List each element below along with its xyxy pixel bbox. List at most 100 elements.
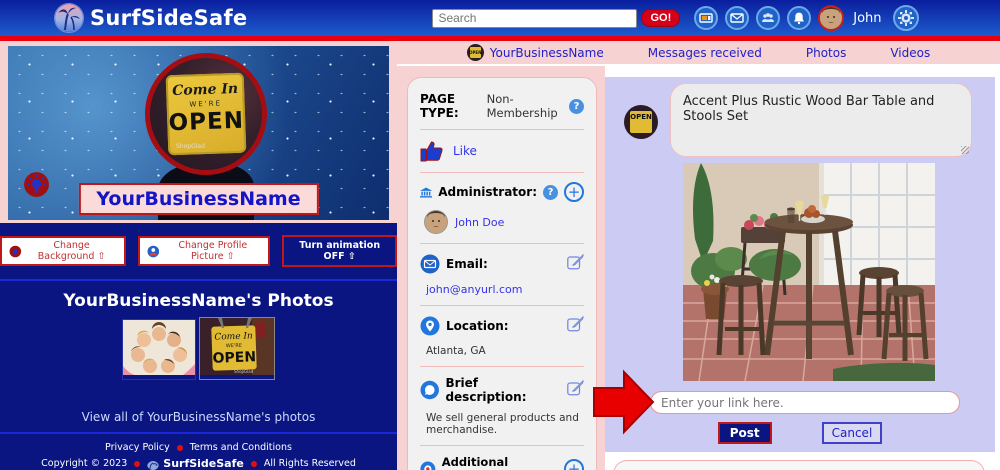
resize-grip[interactable]: [961, 146, 969, 154]
divider: [420, 129, 584, 130]
help-icon[interactable]: [543, 184, 558, 200]
dot-separator: [250, 460, 257, 467]
john-doe-avatar: [424, 210, 448, 234]
profile-panel: Come In WE'RE OPEN ShopGlad YourBusiness…: [0, 41, 397, 470]
like-row[interactable]: Like: [420, 139, 584, 163]
profile-actions: Change Background ⇧ Change Profile Pictu…: [0, 235, 397, 267]
search-area: GO!: [432, 8, 681, 28]
change-profile-picture-button[interactable]: Change Profile Picture ⇧: [137, 236, 271, 266]
sign-credit: ShopGlad: [176, 143, 205, 150]
profile-picture[interactable]: Come In WE'RE OPEN ShopGlad: [145, 53, 267, 175]
page-nav: OPEN YourBusinessName Messages received …: [397, 41, 1000, 66]
additional-description-label: Additional description:: [441, 455, 520, 470]
footer-links: Privacy Policy Terms and Conditions: [105, 442, 292, 453]
administrator-row: Administrator:: [420, 182, 584, 202]
post-composer-card: OPEN Accent Plus Rustic Wood Bar Table a…: [593, 77, 995, 452]
email-label: Email:: [446, 257, 488, 271]
nav-photos[interactable]: Photos: [806, 46, 846, 60]
brand-logo[interactable]: SurfSideSafe: [54, 3, 247, 33]
turn-animation-button[interactable]: Turn animation OFF ⇧: [282, 235, 397, 267]
page-info-column: PAGE TYPE: Non-Membership Like Ad: [397, 66, 605, 470]
dot-separator: [176, 444, 183, 451]
post-button[interactable]: Post: [717, 422, 772, 444]
administrator-label: Administrator:: [438, 185, 537, 199]
copyright-text: Copyright © 2023: [41, 458, 128, 469]
post-title-textarea[interactable]: Accent Plus Rustic Wood Bar Table and St…: [670, 83, 972, 157]
add-administrator-icon[interactable]: [564, 182, 584, 202]
edit-location-icon[interactable]: [566, 315, 584, 337]
search-input[interactable]: [432, 8, 638, 28]
svg-text:OPEN: OPEN: [212, 349, 256, 367]
sign-line3: OPEN: [168, 107, 245, 137]
change-profile-picture-label: Change Profile Picture ⇧: [178, 240, 248, 262]
divider: [0, 279, 397, 281]
brief-description-value: We sell general products and merchandise…: [426, 412, 579, 436]
main-area: Come In WE'RE OPEN ShopGlad YourBusiness…: [0, 41, 1000, 470]
post-title-wrap: Accent Plus Rustic Wood Bar Table and St…: [670, 83, 972, 157]
page-type-row: PAGE TYPE: Non-Membership: [420, 92, 584, 120]
privacy-policy-link[interactable]: Privacy Policy: [105, 442, 170, 453]
divider: [420, 243, 584, 244]
business-name: YourBusinessName: [96, 188, 301, 210]
email-row: Email:: [420, 253, 584, 275]
terms-link[interactable]: Terms and Conditions: [190, 442, 292, 453]
sign-line1: Come In: [171, 80, 239, 100]
photo-thumbnail-open-sign[interactable]: Come In WE'RE OPEN ShopGlad: [199, 317, 275, 380]
business-name-plate: YourBusinessName: [78, 183, 319, 215]
thumbs-up-icon: [420, 141, 443, 162]
svg-text:WE'RE: WE'RE: [226, 343, 242, 350]
divider: [420, 366, 584, 367]
cancel-button[interactable]: Cancel: [821, 422, 883, 444]
user-name[interactable]: John: [853, 11, 881, 26]
groups-icon[interactable]: [756, 6, 781, 30]
brief-description-row: Brief description:: [420, 376, 584, 404]
page-info-card: PAGE TYPE: Non-Membership Like Ad: [407, 77, 597, 470]
nav-videos[interactable]: Videos: [890, 46, 930, 60]
view-all-photos-link[interactable]: View all of YourBusinessName's photos: [82, 410, 316, 424]
change-background-button[interactable]: Change Background ⇧: [0, 236, 126, 266]
edit-email-icon[interactable]: [566, 253, 584, 275]
next-post-card-edge: [613, 460, 985, 470]
avatar-open-text: OPEN: [630, 113, 652, 121]
location-row: Location:: [420, 315, 584, 337]
email-icon: [420, 254, 440, 274]
post-author-avatar: OPEN: [624, 105, 658, 139]
search-go-button[interactable]: GO!: [641, 9, 681, 27]
email-value[interactable]: john@anyurl.com: [426, 283, 584, 296]
divider: [420, 445, 584, 446]
settings-gear-icon[interactable]: [892, 5, 919, 31]
bank-icon: [420, 186, 433, 198]
link-input[interactable]: [650, 391, 960, 414]
add-additional-description-icon[interactable]: [564, 459, 584, 470]
edit-brief-description-icon[interactable]: [566, 379, 584, 401]
dot-separator: [134, 460, 141, 467]
top-header: SurfSideSafe GO! John: [0, 0, 1000, 36]
photo-thumbnail-group[interactable]: [122, 319, 196, 380]
product-image: [683, 163, 935, 381]
brand-name: SurfSideSafe: [90, 6, 248, 30]
page-type-label: PAGE TYPE:: [420, 92, 459, 120]
footer-brand: SurfSideSafe: [163, 457, 244, 470]
bulb-icon: [9, 245, 22, 257]
administrator-user[interactable]: John Doe: [424, 210, 584, 234]
nav-business-label: YourBusinessName: [489, 45, 604, 60]
administrator-name: John Doe: [455, 215, 505, 229]
photos-section-title: YourBusinessName's Photos: [63, 291, 334, 311]
nav-business-page[interactable]: OPEN YourBusinessName: [466, 44, 604, 61]
nav-messages-received[interactable]: Messages received: [648, 46, 762, 60]
content-row: PAGE TYPE: Non-Membership Like Ad: [397, 66, 1000, 470]
post-actions: Post Cancel: [605, 422, 995, 444]
person-icon: [147, 245, 159, 257]
mail-icon[interactable]: [725, 6, 750, 30]
divider: [0, 432, 397, 434]
user-avatar[interactable]: [818, 5, 845, 31]
video-icon[interactable]: [694, 6, 719, 30]
change-background-label: Change Background ⇧: [37, 240, 106, 262]
additional-description-icon: [420, 461, 436, 470]
right-region: OPEN YourBusinessName Messages received …: [397, 41, 1000, 470]
notifications-icon[interactable]: [787, 6, 812, 30]
help-icon[interactable]: [569, 98, 584, 114]
page-type-value: Non-Membership: [486, 92, 558, 120]
location-icon: [420, 316, 440, 336]
lightbulb-badge-icon[interactable]: [23, 171, 50, 198]
